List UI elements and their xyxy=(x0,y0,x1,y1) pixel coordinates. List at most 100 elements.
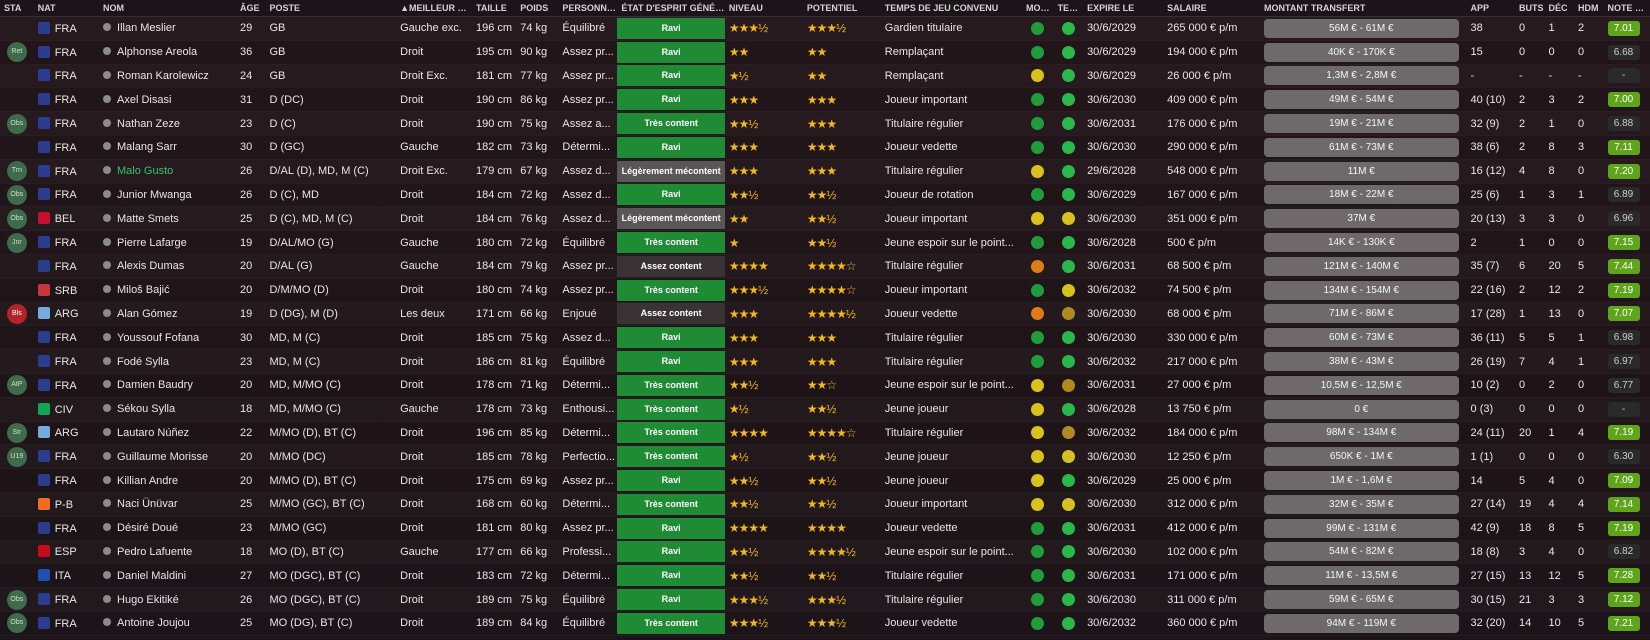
player-name[interactable]: Nathan Zeze xyxy=(117,118,180,130)
player-name[interactable]: Fodé Sylla xyxy=(117,356,169,368)
table-row[interactable]: SRB Miloš Bajić 20 D/M/MO (D) Droit 180 cm 74 … xyxy=(0,278,1650,303)
name-cell[interactable]: Hugo Ekitiké xyxy=(99,587,236,612)
player-name[interactable]: Illan Meslier xyxy=(117,22,176,34)
col-header-nom[interactable]: NOM xyxy=(99,0,236,17)
col-header-personnalite[interactable]: PERSONNAL... xyxy=(558,0,618,17)
status-badge[interactable]: Jnr xyxy=(6,232,27,253)
col-header-age[interactable]: ÂGE xyxy=(235,0,266,17)
name-cell[interactable]: Youssouf Fofana xyxy=(99,325,236,351)
table-row[interactable]: FRA Roman Karolewicz 24 GB Droit Exc. 181 cm 7… xyxy=(0,64,1650,89)
player-name[interactable]: Antoine Joujou xyxy=(117,617,190,629)
player-name[interactable]: Hugo Ekitiké xyxy=(117,594,179,606)
name-cell[interactable]: Damien Baudry xyxy=(99,373,236,398)
name-cell[interactable]: Roman Karolewicz xyxy=(99,64,236,89)
player-name[interactable]: Youssouf Fofana xyxy=(117,332,199,344)
name-cell[interactable]: Matte Smets xyxy=(99,206,236,232)
name-cell[interactable]: Killian Andre xyxy=(99,468,236,493)
player-name[interactable]: Alan Gómez xyxy=(117,308,178,320)
name-cell[interactable]: Daniel Maldini xyxy=(99,563,236,589)
col-header-temperament[interactable]: TEMP... xyxy=(1053,0,1084,17)
player-name[interactable]: Lautaro Núñez xyxy=(117,427,189,439)
col-header-meilleur-pied[interactable]: ▲MEILLEUR PIED xyxy=(396,0,472,17)
player-name[interactable]: Alexis Dumas xyxy=(117,260,184,272)
name-cell[interactable]: Alphonse Areola xyxy=(99,40,236,65)
status-badge[interactable]: Obs xyxy=(6,184,27,205)
player-name[interactable]: Guillaume Morisse xyxy=(117,451,208,463)
table-row[interactable]: Obs FRA Nathan Zeze 23 D (C) Droit 190 cm 75 kg… xyxy=(0,111,1650,136)
table-row[interactable]: Trn FRA Malo Gusto 26 D/AL (D), MD, M (C) Dro… xyxy=(0,159,1650,184)
table-row[interactable]: AtP FRA Damien Baudry 20 MD, M/MO (C) Droit 17… xyxy=(0,373,1650,398)
table-row[interactable]: FRA Illan Meslier 29 GB Gauche exc. 196 cm 74 … xyxy=(0,16,1650,41)
status-badge[interactable]: Obs xyxy=(6,589,27,610)
player-name[interactable]: Malo Gusto xyxy=(117,165,173,177)
col-header-poids[interactable]: POIDS xyxy=(516,0,559,17)
col-header-note[interactable]: NOTE MOY xyxy=(1603,0,1650,17)
table-row[interactable]: FRA Youssouf Fofana 30 MD, M (C) Droit 185 cm… xyxy=(0,325,1650,351)
table-row[interactable]: FRA Désiré Doué 23 M/MO (GC) Droit 181 cm 80 k… xyxy=(0,516,1650,541)
name-cell[interactable]: Malang Sarr xyxy=(99,135,236,160)
table-row[interactable]: ESP Pedro Lafuente 18 MO (D), BT (C) Gauche 1… xyxy=(0,540,1650,565)
name-cell[interactable]: Illan Meslier xyxy=(99,16,236,41)
table-row[interactable]: Obs FRA Antoine Joujou 25 MO (DG), BT (C) Dro… xyxy=(0,611,1650,636)
col-header-sta[interactable]: STA xyxy=(0,0,34,17)
col-header-expire[interactable]: EXPIRE LE xyxy=(1083,0,1164,17)
col-header-etat-esprit[interactable]: ÉTAT D'ESPRIT GÉNÉRAL xyxy=(617,0,725,17)
status-badge[interactable]: Obs xyxy=(6,613,27,634)
player-name[interactable]: Daniel Maldini xyxy=(117,570,186,582)
table-row[interactable]: FRA Fodé Sylla 23 MD, M (C) Droit 186 cm 81 kg… xyxy=(0,349,1650,374)
player-name[interactable]: Killian Andre xyxy=(117,475,178,487)
table-row[interactable]: CIV Sékou Sylla 18 MD, M/MO (C) Gauche 178 cm… xyxy=(0,397,1650,422)
table-row[interactable]: Ret FRA Alphonse Areola 36 GB Droit 195 cm 90 k… xyxy=(0,40,1650,65)
name-cell[interactable]: Désiré Doué xyxy=(99,516,236,541)
col-header-potentiel[interactable]: POTENTIEL xyxy=(802,0,881,17)
player-name[interactable]: Sékou Sylla xyxy=(117,403,175,415)
status-badge[interactable]: Obs xyxy=(6,113,27,134)
col-header-moral[interactable]: MOR... xyxy=(1021,0,1054,17)
name-cell[interactable]: Antoine Joujou xyxy=(99,611,236,636)
player-name[interactable]: Damien Baudry xyxy=(117,379,193,391)
name-cell[interactable]: Alan Gómez xyxy=(99,302,236,327)
table-row[interactable]: Bls ARG Alan Gómez 19 D (DG), M (D) Les deux 1… xyxy=(0,302,1650,327)
name-cell[interactable]: Nathan Zeze xyxy=(99,111,236,136)
table-row[interactable]: FRA Malang Sarr 30 D (GC) Gauche 182 cm 73 kg D… xyxy=(0,135,1650,160)
table-row[interactable]: Obs FRA Hugo Ekitiké 26 MO (DGC), BT (C) Droi… xyxy=(0,587,1650,612)
player-name[interactable]: Matte Smets xyxy=(117,213,179,225)
col-header-dec[interactable]: DÉC xyxy=(1544,0,1574,17)
table-row[interactable]: FRA Alexis Dumas 20 D/AL (G) Gauche 184 cm 79 … xyxy=(0,254,1650,279)
table-row[interactable]: P-B Naci Ünüvar 25 M/MO (GC), BT (C) Droit 16… xyxy=(0,492,1650,517)
table-row[interactable]: FRA Killian Andre 20 M/MO (D), BT (C) Droit 1… xyxy=(0,468,1650,493)
status-badge[interactable]: AtP xyxy=(6,375,27,396)
name-cell[interactable]: Junior Mwanga xyxy=(99,183,236,208)
player-name[interactable]: Pedro Lafuente xyxy=(117,546,192,558)
name-cell[interactable]: Lautaro Núñez xyxy=(99,421,236,446)
col-header-taille[interactable]: TAILLE xyxy=(471,0,517,17)
table-row[interactable]: U19 FRA Guillaume Morisse 20 M/MO (DC) Droit 1… xyxy=(0,444,1650,470)
status-badge[interactable]: U19 xyxy=(6,446,27,467)
name-cell[interactable]: Malo Gusto xyxy=(99,159,236,184)
player-name[interactable]: Pierre Lafarge xyxy=(117,237,187,249)
table-row[interactable]: Obs FRA Junior Mwanga 26 D (C), MD Droit 184 c… xyxy=(0,183,1650,208)
status-badge[interactable]: Trn xyxy=(6,161,27,182)
table-row[interactable]: Str ARG Lautaro Núñez 22 M/MO (D), BT (C) Dro… xyxy=(0,421,1650,446)
status-badge[interactable]: Str xyxy=(6,422,27,443)
name-cell[interactable]: Pedro Lafuente xyxy=(99,540,236,565)
table-row[interactable]: ITA Daniel Maldini 27 MO (DGC), BT (C) Droit… xyxy=(0,563,1650,589)
name-cell[interactable]: Guillaume Morisse xyxy=(99,444,236,470)
name-cell[interactable]: Alexis Dumas xyxy=(99,254,236,279)
player-name[interactable]: Alphonse Areola xyxy=(117,46,197,58)
player-name[interactable]: Miloš Bajić xyxy=(117,284,170,296)
col-header-temps-jeu[interactable]: TEMPS DE JEU CONVENU xyxy=(880,0,1022,17)
name-cell[interactable]: Fodé Sylla xyxy=(99,349,236,374)
col-header-niveau[interactable]: NIVEAU xyxy=(724,0,803,17)
col-header-buts[interactable]: BUTS xyxy=(1515,0,1545,17)
name-cell[interactable]: Naci Ünüvar xyxy=(99,492,236,517)
name-cell[interactable]: Sékou Sylla xyxy=(99,397,236,422)
status-badge[interactable]: Bls xyxy=(6,303,27,324)
col-header-app[interactable]: APP xyxy=(1466,0,1515,17)
col-header-nat[interactable]: NAT xyxy=(33,0,100,17)
col-header-transfert[interactable]: MONTANT TRANSFERT xyxy=(1260,0,1467,17)
player-name[interactable]: Désiré Doué xyxy=(117,522,178,534)
name-cell[interactable]: Pierre Lafarge xyxy=(99,230,236,255)
name-cell[interactable]: Axel Disasi xyxy=(99,87,236,113)
table-row[interactable]: Jnr FRA Pierre Lafarge 19 D/AL/MO (G) Gauche 1… xyxy=(0,230,1650,255)
